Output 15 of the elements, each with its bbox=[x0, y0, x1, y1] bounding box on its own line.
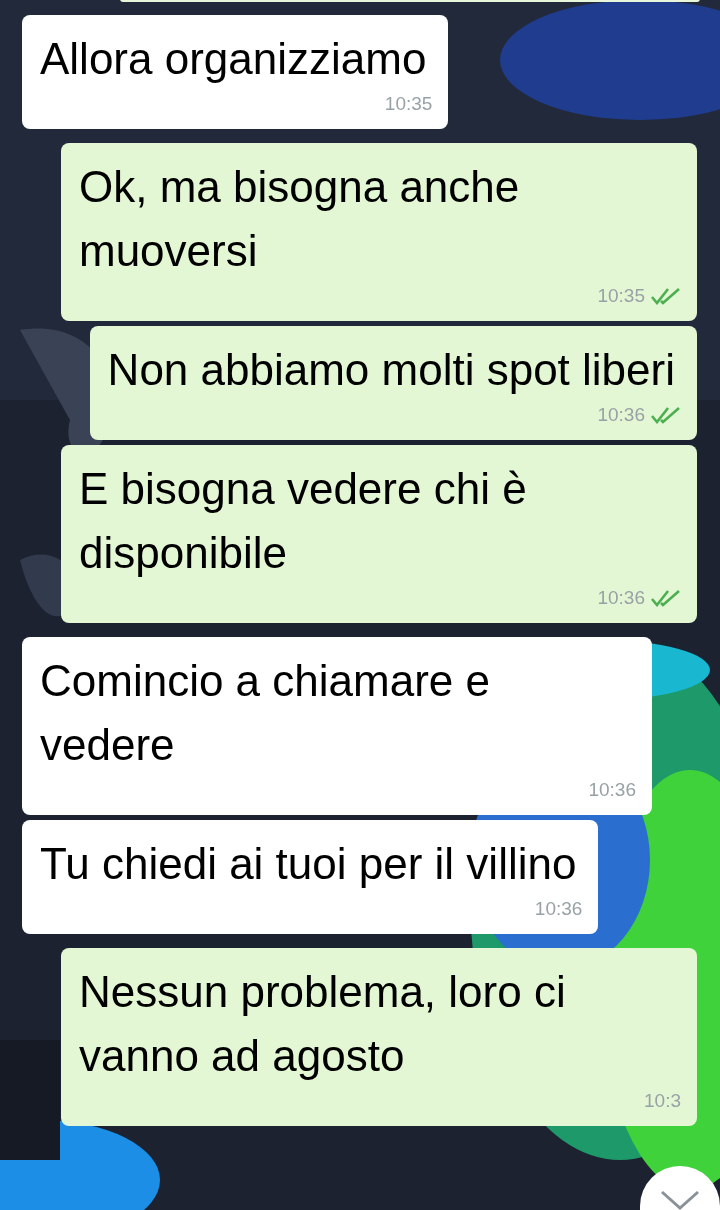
message-text: Allora organizziamo bbox=[40, 33, 428, 85]
message-text: Comincio a chiamare e vedere bbox=[40, 655, 491, 771]
message-time: 10:36 bbox=[597, 585, 645, 610]
message-time: 10:35 bbox=[384, 91, 433, 116]
message-time: 10:3 bbox=[644, 1088, 681, 1113]
message-time: 10:35 bbox=[597, 283, 645, 308]
chevron-down-icon bbox=[660, 1190, 700, 1210]
message-time: 10:36 bbox=[588, 777, 636, 802]
message-text: Non abbiamo molti spot liberi bbox=[107, 344, 676, 396]
message-text: E bisogna vedere chi è disponibile bbox=[79, 463, 528, 579]
message-text: Ok, ma bisogna anche muoversi bbox=[79, 161, 521, 277]
message-text: Tu chiedi ai tuoi per il villino bbox=[40, 838, 578, 890]
message-time: 10:36 bbox=[534, 896, 583, 921]
message-text: Nessun problema, loro ci vanno ad agosto bbox=[79, 966, 567, 1082]
message-time: 10:36 bbox=[597, 402, 645, 427]
